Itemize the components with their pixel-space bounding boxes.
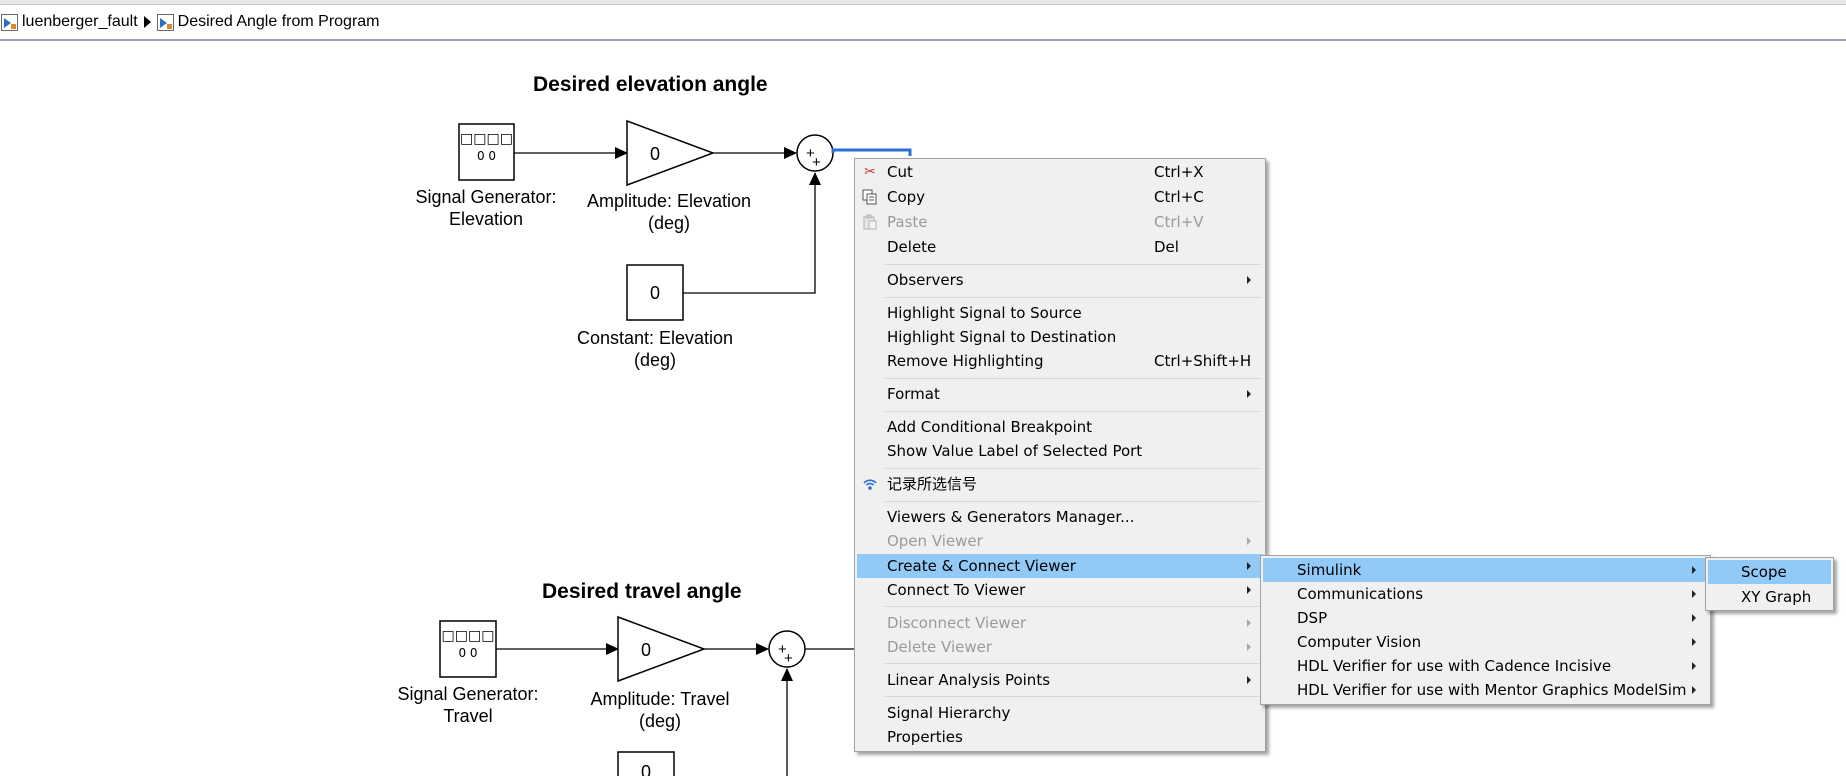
menu-separator [885,378,1261,379]
const-elev-label-line1: Constant: Elevation [576,328,734,348]
menu-item-linear-analysis-points[interactable]: Linear Analysis Points [857,669,1263,691]
menu-item-add-conditional-breakpoint[interactable]: Add Conditional Breakpoint [857,416,1263,438]
simulink-viewers-submenu: Scope XY Graph [1705,557,1834,611]
const-elev-label-line2: (deg) [633,350,677,370]
submenu-arrow-icon [1247,586,1251,594]
travel-sum-block[interactable]: + + [768,630,806,668]
const-elev-label: Constant: Elevation (deg) [555,327,755,371]
gain-elev-label-line1: Amplitude: Elevation [586,191,752,211]
const-elev-value: 0 [650,283,660,303]
sg-elev-label-line1: Signal Generator: [415,187,557,207]
sg-travel-glyph-top: □□□□ [442,628,495,644]
menu-item-cut[interactable]: ✂ Cut Ctrl+X [857,161,1263,183]
signal-logging-icon [862,476,878,492]
viewer-library-submenu: Simulink Communications DSP Computer Vis… [1260,555,1711,705]
menu-item-viewers-generators-manager[interactable]: Viewers & Generators Manager... [857,506,1263,528]
menu-item-observers[interactable]: Observers [857,269,1263,291]
menu-item-create-connect-viewer[interactable]: Create & Connect Viewer [857,554,1263,578]
sg-travel-label-line1: Signal Generator: [397,684,539,704]
elevation-gain-block[interactable]: 0 [626,119,716,187]
menu-separator [885,696,1261,697]
submenu-item-scope[interactable]: Scope [1708,560,1831,584]
menu-separator [885,468,1261,469]
elevation-section-title: Desired elevation angle [533,73,768,96]
menu-item-signal-hierarchy[interactable]: Signal Hierarchy [857,702,1263,724]
menu-separator [885,663,1261,664]
sg-travel-label: Signal Generator: Travel [368,683,568,727]
menu-item-delete-viewer: Delete Viewer [857,636,1263,658]
sg-elev-label: Signal Generator: Elevation [386,186,586,230]
elevation-sum-block[interactable]: + + [796,134,834,172]
travel-constant-block[interactable]: 0 [617,751,675,776]
gain-travel-label-line2: (deg) [638,711,682,731]
submenu-arrow-icon [1247,276,1251,284]
submenu-item-computer-vision[interactable]: Computer Vision [1263,631,1708,653]
menu-item-log-selected-signals[interactable]: 记录所选信号 [857,473,1263,495]
menu-item-connect-to-viewer[interactable]: Connect To Viewer [857,579,1263,601]
elevation-signal-generator-block[interactable]: □□□□ 0 0 [458,123,515,181]
sg-elev-label-line2: Elevation [448,209,524,229]
sg-elev-glyph-bottom: 0 0 [477,149,496,163]
menu-item-remove-highlighting[interactable]: Remove Highlighting Ctrl+Shift+H [857,350,1263,372]
menu-item-copy[interactable]: Copy Ctrl+C [857,186,1263,208]
submenu-arrow-icon [1247,562,1251,570]
const-travel-value: 0 [641,762,651,776]
menu-item-disconnect-viewer: Disconnect Viewer [857,612,1263,634]
submenu-arrow-icon [1247,676,1251,684]
sg-travel-glyph-bottom: 0 0 [458,646,477,660]
menu-item-format[interactable]: Format [857,383,1263,405]
menu-separator [885,297,1261,298]
sum-travel-sign-b: + [784,650,793,667]
submenu-arrow-icon [1247,537,1251,545]
submenu-item-hdl-modelsim[interactable]: HDL Verifier for use with Mentor Graphic… [1263,679,1708,701]
submenu-arrow-icon [1692,590,1696,598]
scissors-icon: ✂ [864,164,876,180]
sg-travel-label-line2: Travel [443,706,493,726]
paste-icon [862,214,878,230]
menu-separator [885,606,1261,607]
menu-item-highlight-to-source[interactable]: Highlight Signal to Source [857,302,1263,324]
submenu-arrow-icon [1247,390,1251,398]
submenu-item-dsp[interactable]: DSP [1263,607,1708,629]
menu-separator [885,264,1261,265]
selected-output-signal-line[interactable] [831,148,912,156]
gain-elev-value: 0 [650,144,660,164]
menu-item-delete[interactable]: Delete Del [857,236,1263,258]
elevation-constant-block[interactable]: 0 [626,264,684,321]
submenu-arrow-icon [1692,614,1696,622]
gain-travel-label-line1: Amplitude: Travel [590,689,730,709]
menu-item-open-viewer: Open Viewer [857,530,1263,552]
gain-elev-label-line2: (deg) [647,213,691,233]
copy-icon [862,189,878,205]
travel-signal-generator-block[interactable]: □□□□ 0 0 [439,620,497,678]
submenu-arrow-icon [1247,643,1251,651]
signal-context-menu: ✂ Cut Ctrl+X Copy Ctrl+C Paste Ctrl+V De… [854,158,1266,752]
sum-elev-sign-b: + [812,154,821,171]
submenu-arrow-icon [1692,686,1696,694]
submenu-arrow-icon [1247,619,1251,627]
gain-travel-value: 0 [641,640,651,660]
submenu-arrow-icon [1692,566,1696,574]
submenu-item-simulink[interactable]: Simulink [1263,558,1708,582]
submenu-item-xy-graph[interactable]: XY Graph [1708,586,1831,608]
menu-item-properties[interactable]: Properties [857,726,1263,748]
submenu-arrow-icon [1692,662,1696,670]
menu-item-paste: Paste Ctrl+V [857,211,1263,233]
submenu-arrow-icon [1692,638,1696,646]
gain-travel-label: Amplitude: Travel (deg) [560,688,760,732]
menu-separator [885,501,1261,502]
submenu-item-communications[interactable]: Communications [1263,583,1708,605]
submenu-item-hdl-cadence[interactable]: HDL Verifier for use with Cadence Incisi… [1263,655,1708,677]
sg-elev-glyph-top: □□□□ [460,131,513,147]
travel-gain-block[interactable]: 0 [617,615,707,683]
menu-separator [885,411,1261,412]
gain-elev-label: Amplitude: Elevation (deg) [569,190,769,234]
menu-item-highlight-to-destination[interactable]: Highlight Signal to Destination [857,326,1263,348]
menu-item-show-value-label[interactable]: Show Value Label of Selected Port [857,440,1263,462]
travel-section-title: Desired travel angle [542,580,742,603]
